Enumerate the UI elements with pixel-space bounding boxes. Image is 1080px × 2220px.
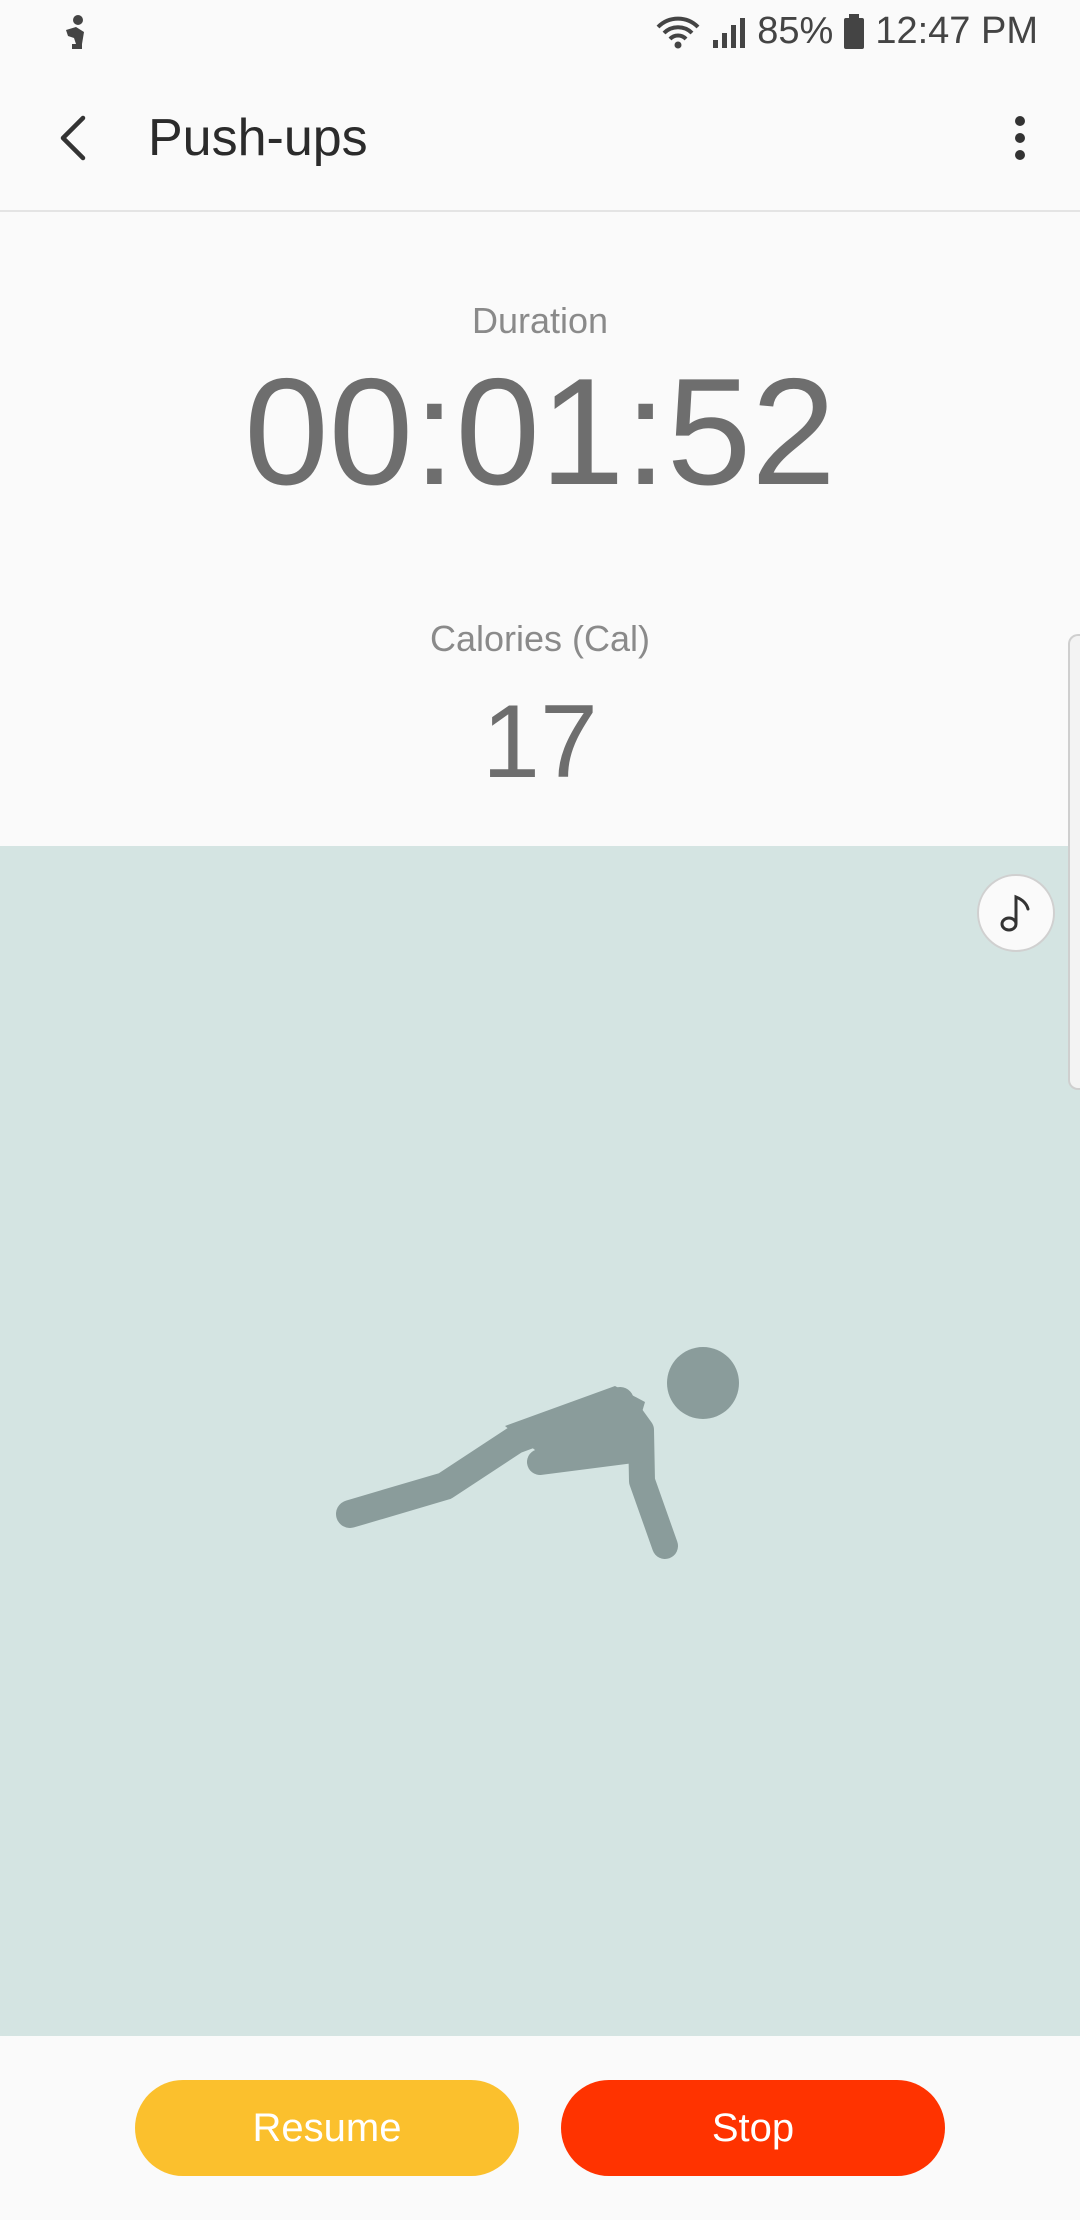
pushup-figure-icon bbox=[336, 1347, 739, 1559]
status-time: 12:47 PM bbox=[875, 10, 1038, 52]
wifi-icon bbox=[656, 16, 700, 48]
bottom-action-bar: Resume Stop bbox=[0, 2036, 1080, 2220]
back-arrow-icon bbox=[60, 115, 86, 161]
music-button[interactable] bbox=[977, 874, 1055, 952]
more-options-icon bbox=[1015, 116, 1025, 160]
calories-label: Calories (Cal) bbox=[429, 618, 651, 659]
duration-label: Duration bbox=[471, 300, 609, 341]
battery-percent: 85% bbox=[757, 10, 834, 52]
calories-value: 17 bbox=[482, 684, 598, 800]
stop-button[interactable]: Stop bbox=[561, 2080, 945, 2176]
more-options-button[interactable] bbox=[990, 106, 1050, 170]
duration-value: 00:01:52 bbox=[244, 347, 836, 517]
status-bar: 85% 12:47 PM bbox=[0, 0, 1080, 66]
battery-icon bbox=[844, 13, 865, 49]
back-button[interactable] bbox=[42, 106, 106, 170]
music-note-icon bbox=[1000, 894, 1030, 932]
exercise-illustration-panel bbox=[0, 846, 1080, 2036]
signal-icon bbox=[713, 17, 746, 48]
exercise-notification-icon bbox=[66, 15, 84, 49]
page-title: Push-ups bbox=[148, 109, 368, 167]
resume-button[interactable]: Resume bbox=[135, 2080, 519, 2176]
edge-panel-handle[interactable] bbox=[1068, 634, 1080, 1090]
app-bar: Push-ups bbox=[0, 66, 1080, 212]
